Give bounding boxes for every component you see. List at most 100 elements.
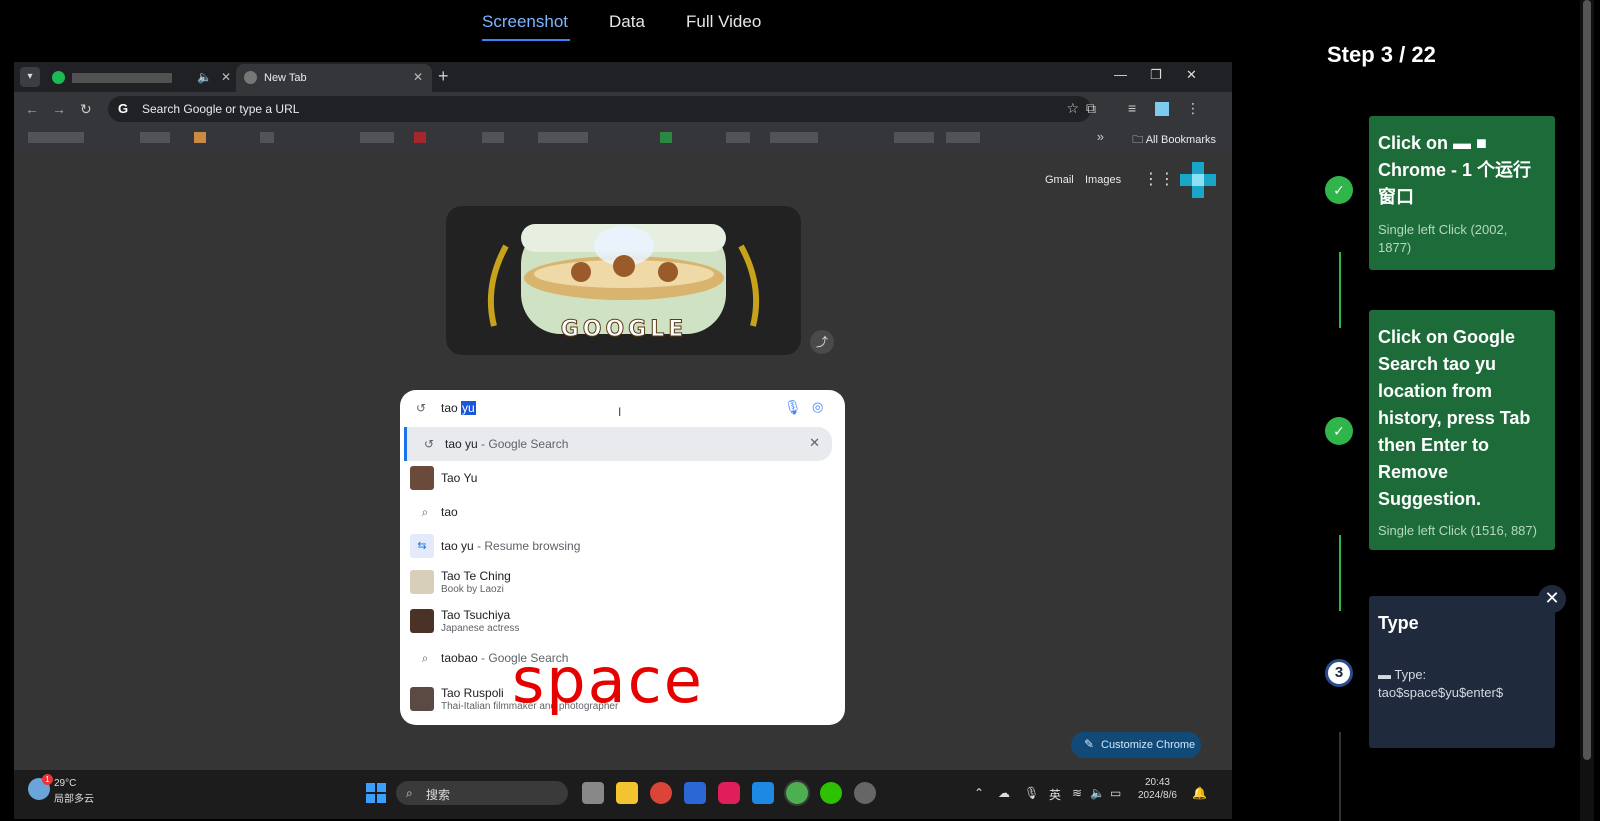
bookmark-star-icon[interactable]: ☆ <box>1066 100 1079 117</box>
text-cursor-icon: I <box>618 405 622 419</box>
suggestion-subtext: Japanese actress <box>441 623 520 634</box>
step-card-3[interactable]: Type ▬ Type: tao$space$yu$enter$ <box>1369 596 1555 748</box>
profile-avatar[interactable] <box>1180 162 1216 198</box>
bookmark-item[interactable] <box>660 132 672 143</box>
google-apps-icon[interactable]: ⋮⋮ <box>1143 172 1175 188</box>
step-subtitle: 1877) <box>1378 240 1412 255</box>
step-title-line: history, press Tab <box>1378 408 1531 428</box>
browser-tab-new-tab[interactable]: New Tab ✕ <box>236 64 432 92</box>
tab-close-icon[interactable]: ✕ <box>221 70 231 84</box>
file-explorer-icon[interactable] <box>616 782 638 804</box>
media-icon[interactable]: ≡ <box>1128 100 1136 116</box>
bookmark-item[interactable] <box>726 132 750 143</box>
search-input[interactable]: ↺ tao yu I 🎙 ◎ <box>400 390 845 426</box>
app-icon[interactable] <box>684 782 706 804</box>
profile-mini-icon[interactable] <box>1155 102 1169 116</box>
tab-close-icon[interactable]: ✕ <box>413 70 423 84</box>
suggestion-item[interactable]: Tao Yu <box>400 461 845 495</box>
bookmark-item[interactable] <box>28 132 84 143</box>
clock-date: 2024/8/6 <box>1138 790 1177 801</box>
chrome-active-icon[interactable] <box>786 782 808 804</box>
vscode-icon[interactable] <box>752 782 774 804</box>
slack-icon[interactable] <box>718 782 740 804</box>
panel-scrollbar[interactable] <box>1580 0 1594 821</box>
minimize-icon[interactable]: — <box>1114 67 1127 82</box>
weather-condition: 局部多云 <box>54 794 94 805</box>
reload-icon[interactable]: ↻ <box>80 101 92 118</box>
tab-favicon-icon <box>52 71 65 84</box>
step-card-2[interactable]: Click on Google Search tao yu location f… <box>1369 310 1555 550</box>
tray-chevron-icon[interactable]: ⌃ <box>974 786 984 800</box>
tab-search-button[interactable]: ▾ <box>20 67 40 87</box>
battery-icon[interactable]: ▭ <box>1110 786 1121 800</box>
suggestion-item[interactable]: ⌕ tao <box>400 495 845 529</box>
bookmark-item[interactable] <box>140 132 170 143</box>
timeline-line <box>1339 252 1341 328</box>
tab-title-blurred <box>72 73 172 83</box>
cloud-icon[interactable]: ☁ <box>998 786 1010 800</box>
person-thumbnail <box>410 609 434 633</box>
customize-chrome-button[interactable]: ✎ Customize Chrome <box>1071 732 1201 758</box>
search-icon: ⌕ <box>421 505 429 519</box>
taskbar-clock[interactable]: 20:43 2024/8/6 <box>1138 776 1177 802</box>
notification-icon[interactable]: 🔔 <box>1192 786 1207 800</box>
suggestion-item[interactable]: ⇆ tao yu - Resume browsing <box>400 529 845 563</box>
google-doodle[interactable]: GOOGLE <box>446 206 801 355</box>
scrollbar-thumb[interactable] <box>1583 0 1591 760</box>
images-link[interactable]: Images <box>1085 174 1121 186</box>
task-view-icon[interactable] <box>582 782 604 804</box>
pencil-icon: ✎ <box>1084 737 1095 751</box>
audio-icon: 🔈 <box>197 70 212 84</box>
bookmark-item[interactable] <box>770 132 818 143</box>
new-tab-plus-icon[interactable]: + <box>438 66 449 87</box>
mic-tray-icon[interactable]: 🎙 <box>1024 786 1039 800</box>
suggestion-text: tao <box>441 505 458 519</box>
browser-tab-blurred[interactable]: 🔈 ✕ <box>44 64 240 92</box>
suggestion-bold: tao yu <box>445 437 478 451</box>
taskbar-search[interactable]: ⌕ 搜索 <box>396 781 568 805</box>
wifi-icon[interactable]: ≋ <box>1072 786 1082 800</box>
suggestion-item[interactable]: Tao Tsuchiya Japanese actress <box>400 602 845 640</box>
step-card-1[interactable]: Click on ▬ ■ Chrome - 1 个运行 窗口 Single le… <box>1369 116 1555 270</box>
tab-full-video[interactable]: Full Video <box>686 12 761 32</box>
ime-indicator[interactable]: 英 <box>1049 786 1061 803</box>
all-bookmarks-label: All Bookmarks <box>1145 134 1216 146</box>
chrome-app-icon[interactable] <box>650 782 672 804</box>
step-subtitle: tao$space$yu$enter$ <box>1378 685 1504 700</box>
suggestion-item[interactable]: ↺ tao yu - Google Search ✕ <box>404 427 832 461</box>
bookmarks-overflow-icon[interactable]: » <box>1097 129 1104 144</box>
window-close-icon[interactable]: ✕ <box>1186 67 1197 83</box>
timeline-line <box>1339 535 1341 611</box>
bookmark-item[interactable] <box>946 132 980 143</box>
remove-suggestion-icon[interactable]: ✕ <box>809 435 820 451</box>
tab-screenshot[interactable]: Screenshot <box>482 12 568 32</box>
omnibox[interactable]: G Search Google or type a URL ☆ <box>108 96 1091 122</box>
bookmark-item[interactable] <box>894 132 934 143</box>
settings-gear-icon[interactable] <box>854 782 876 804</box>
forward-arrow-icon[interactable]: → <box>52 101 66 117</box>
all-bookmarks[interactable]: 🗀 All Bookmarks <box>1132 131 1216 150</box>
gmail-link[interactable]: Gmail <box>1045 174 1074 186</box>
suggestion-item[interactable]: Tao Te Ching Book by Laozi <box>400 563 845 601</box>
bookmark-item[interactable] <box>194 132 206 143</box>
volume-icon[interactable]: 🔈 <box>1090 786 1105 800</box>
bookmark-item[interactable] <box>538 132 588 143</box>
bookmark-item[interactable] <box>414 132 426 143</box>
close-step-icon[interactable]: ✕ <box>1538 585 1566 613</box>
bookmark-item[interactable] <box>482 132 504 143</box>
lens-icon[interactable]: ◎ <box>812 399 823 415</box>
wechat-icon[interactable] <box>820 782 842 804</box>
step-done-check-icon: ✓ <box>1325 176 1353 204</box>
share-icon[interactable]: ⤴ <box>810 330 834 354</box>
restore-icon[interactable]: ❐ <box>1150 67 1162 83</box>
windows-start-icon[interactable] <box>366 783 386 803</box>
bookmark-item[interactable] <box>260 132 274 143</box>
extensions-icon[interactable]: ⧉ <box>1086 100 1096 117</box>
tab-data[interactable]: Data <box>609 12 645 32</box>
bookmark-item[interactable] <box>360 132 394 143</box>
step-subtitle: ▬ Type: <box>1378 667 1427 682</box>
voice-search-icon[interactable]: 🎙 <box>784 399 802 416</box>
menu-kebab-icon[interactable]: ⋮ <box>1186 100 1200 117</box>
app-root: Screenshot Data Full Video ▾ 🔈 ✕ New Tab… <box>0 0 1600 821</box>
back-arrow-icon[interactable]: ← <box>25 101 39 117</box>
